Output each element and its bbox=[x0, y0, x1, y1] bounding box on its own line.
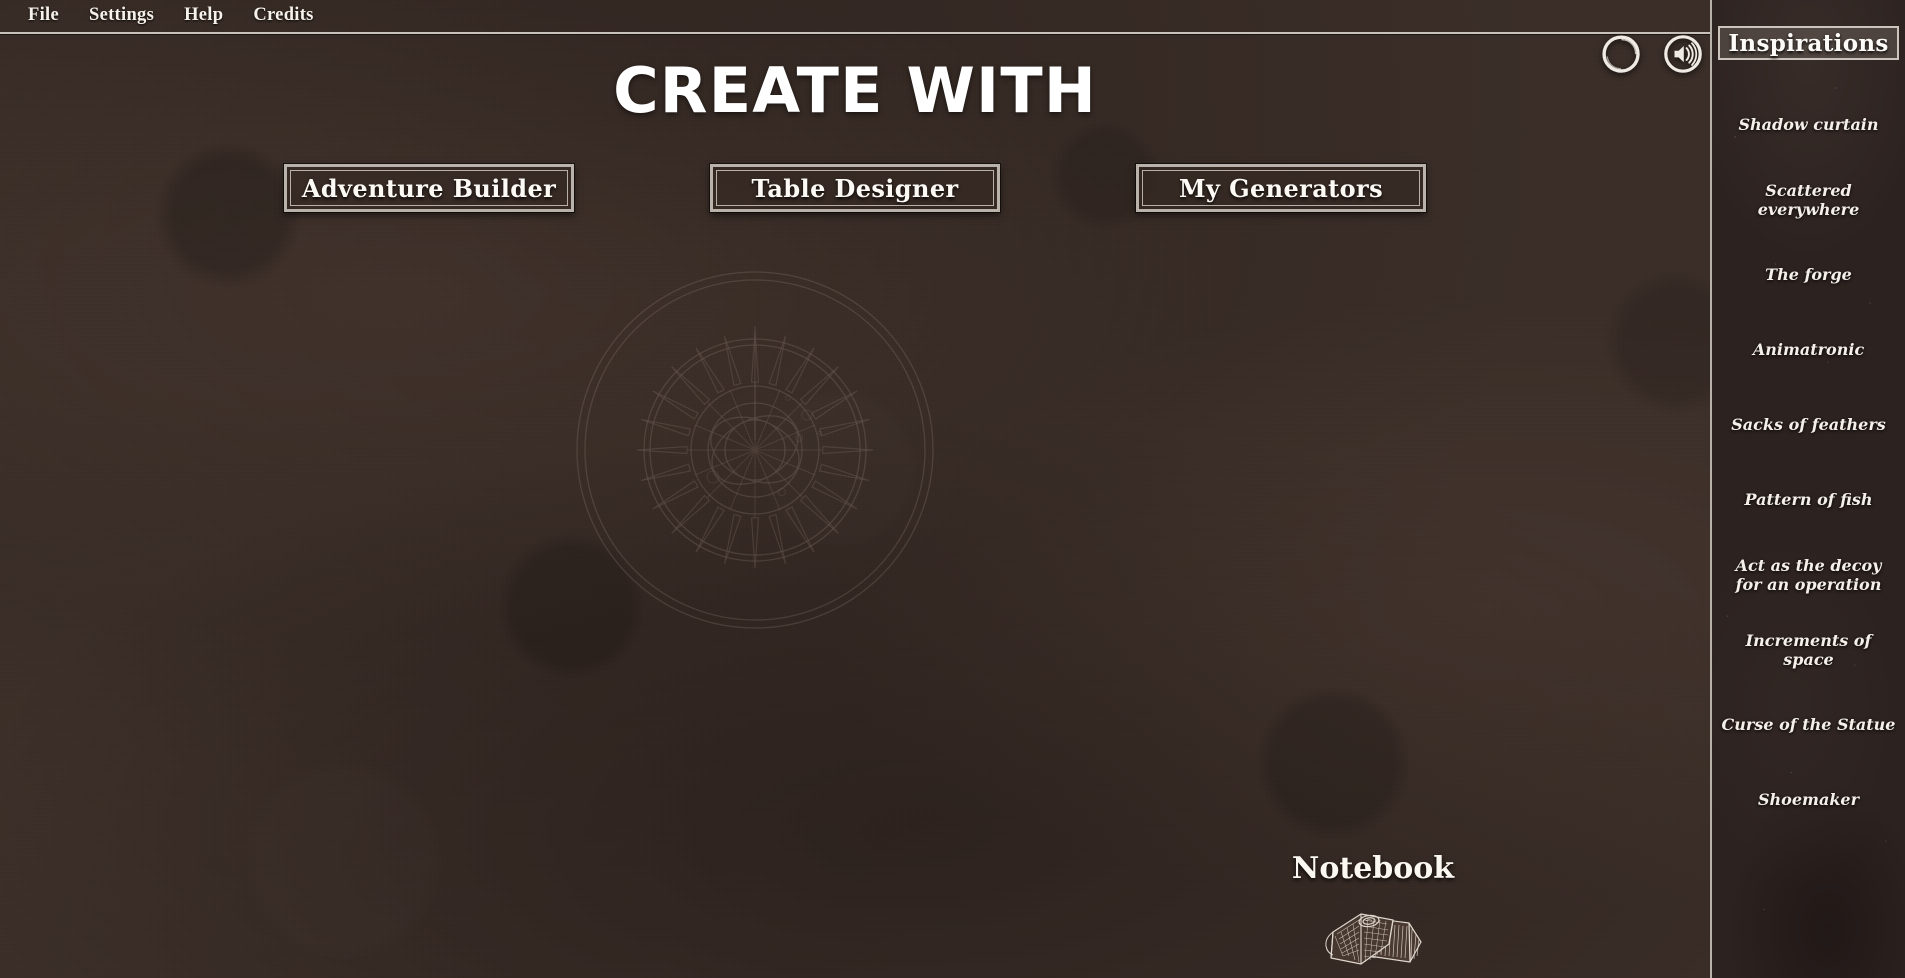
list-item[interactable]: Curse of the Statue bbox=[1712, 688, 1905, 763]
menu-file[interactable]: File bbox=[13, 3, 74, 29]
list-item[interactable]: Shoemaker bbox=[1712, 763, 1905, 838]
inspirations-header-label: Inspirations bbox=[1728, 29, 1889, 57]
list-item[interactable]: Sacks of feathers bbox=[1712, 388, 1905, 463]
list-item[interactable]: Shadow curtain bbox=[1712, 88, 1905, 163]
menu-credits[interactable]: Credits bbox=[238, 3, 328, 29]
main-stage: CREATE WITH Adventure Builder Table Desi… bbox=[0, 34, 1710, 978]
inspirations-list: Shadow curtain Scattered everywhere The … bbox=[1712, 88, 1905, 838]
list-item[interactable]: Act as the decoy for an operation bbox=[1712, 538, 1905, 613]
menu-settings[interactable]: Settings bbox=[74, 3, 169, 29]
notebook-label: Notebook bbox=[1291, 851, 1455, 886]
app-root: File Settings Help Credits CREATE WITH A… bbox=[0, 0, 1905, 978]
adventure-builder-label: Adventure Builder bbox=[301, 173, 557, 203]
notebook-books-illustration bbox=[1325, 913, 1422, 965]
notebook-button[interactable]: Notebook bbox=[1258, 851, 1488, 970]
my-generators-button[interactable]: My Generators bbox=[1136, 164, 1426, 212]
compass-rose-wheel-icon bbox=[575, 270, 935, 630]
menu-bar: File Settings Help Credits bbox=[0, 0, 1710, 34]
list-item[interactable]: The forge bbox=[1712, 238, 1905, 313]
list-item[interactable]: Pattern of fish bbox=[1712, 463, 1905, 538]
page-title: CREATE WITH bbox=[613, 54, 1097, 127]
list-item[interactable]: Scattered everywhere bbox=[1712, 163, 1905, 238]
primary-action-buttons: Adventure Builder Table Designer My Gene… bbox=[0, 164, 1710, 212]
top-right-icon-group bbox=[1599, 32, 1705, 76]
inspirations-header: Inspirations bbox=[1718, 26, 1899, 60]
table-designer-label: Table Designer bbox=[751, 173, 959, 203]
my-generators-label: My Generators bbox=[1179, 173, 1383, 203]
inspirations-sidebar: Inspirations Shadow curtain Scattered ev… bbox=[1710, 0, 1905, 978]
list-item[interactable]: Increments of space bbox=[1712, 613, 1905, 688]
table-designer-button[interactable]: Table Designer bbox=[710, 164, 1000, 212]
list-item[interactable]: Animatronic bbox=[1712, 313, 1905, 388]
adventure-builder-button[interactable]: Adventure Builder bbox=[284, 164, 574, 212]
menu-help[interactable]: Help bbox=[169, 3, 238, 29]
ring-circle-icon[interactable] bbox=[1599, 32, 1643, 76]
volume-icon[interactable] bbox=[1661, 32, 1705, 76]
